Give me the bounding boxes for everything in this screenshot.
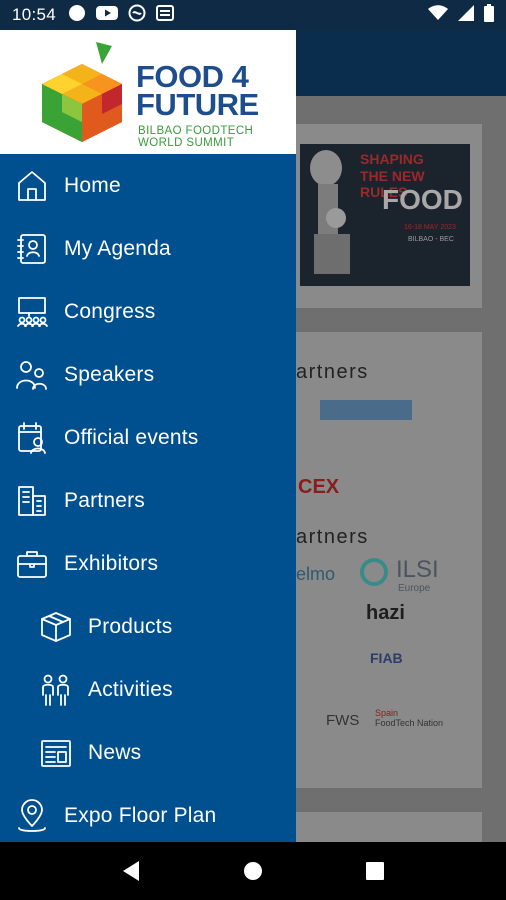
location-pin-icon: [14, 798, 50, 834]
menu-item-speakers[interactable]: Speakers: [0, 345, 296, 405]
menu-item-label: Home: [64, 174, 121, 197]
menu-item-label: Congress: [64, 300, 156, 323]
ilsi-logo: ILSI: [396, 556, 439, 583]
drawer-header: FOOD 4 FUTURE BILBAO FOODTECH WORLD SUMM…: [0, 30, 296, 154]
menu-item-activities[interactable]: Activities: [0, 660, 296, 720]
box-icon: [38, 609, 74, 645]
back-icon[interactable]: [111, 851, 151, 891]
menu-item-label: Exhibitors: [64, 552, 159, 575]
menu-item-expo-floor-plan[interactable]: Expo Floor Plan: [0, 786, 296, 846]
partners-icon: [14, 483, 50, 519]
menu-item-label: Expo Floor Plan: [64, 804, 217, 827]
robot-arm-image: [300, 144, 360, 286]
official-events-icon: [14, 420, 50, 456]
menu-item-label: Official events: [64, 426, 199, 449]
menu-item-products[interactable]: Products: [0, 597, 296, 657]
banner-line5: BILBAO - BEC: [408, 236, 454, 243]
banner-line3: FOOD: [382, 184, 463, 215]
status-bar: 10:54: [0, 0, 506, 30]
news-icon: [156, 4, 175, 26]
menu-item-official-events[interactable]: Official events: [0, 408, 296, 468]
system-nav-bar: [0, 842, 506, 900]
brand-line2: FUTURE: [136, 87, 259, 122]
do-not-disturb-icon: [128, 4, 146, 27]
menu-item-my-agenda[interactable]: My Agenda: [0, 219, 296, 279]
status-time: 10:54: [12, 5, 57, 24]
foodtech-nation-logo: FoodTech Nation: [375, 718, 444, 728]
briefcase-icon: [14, 546, 50, 582]
hazi-logo: hazi: [366, 602, 405, 624]
banner-line1: SHAPING: [360, 151, 424, 167]
food4future-logo-icon: [42, 42, 122, 142]
cell-signal-icon: [458, 4, 474, 26]
menu-item-label: News: [88, 741, 142, 764]
fws-logo: FWS: [326, 712, 360, 729]
ilsi-europe-logo: Europe: [398, 583, 431, 594]
fiab-logo: FIAB: [370, 650, 403, 666]
menu-item-partners[interactable]: Partners: [0, 471, 296, 531]
youtube-icon: [96, 5, 119, 26]
home-icon: [14, 168, 50, 204]
speakers-icon: [14, 357, 50, 393]
agenda-icon: [14, 231, 50, 267]
menu-item-label: Activities: [88, 678, 173, 701]
event-banner: SHAPING THE NEW RULES FOOD 16-18 MAY 202…: [300, 144, 470, 286]
tagline-line1: BILBAO FOODTECH: [138, 125, 254, 137]
congress-icon: [14, 294, 50, 330]
menu-item-home[interactable]: Home: [0, 156, 296, 216]
elmo-logo: elmo: [296, 564, 336, 584]
banner-line4: 16-18 MAY 2023: [404, 224, 456, 231]
newspaper-icon: [38, 735, 74, 771]
partners-heading-2: artners: [296, 526, 369, 548]
basque-gov-logo: [320, 400, 412, 420]
menu-item-label: Products: [88, 615, 173, 638]
spain-logo: Spain: [375, 708, 399, 718]
bottom-card: [290, 812, 482, 842]
partners-heading-1: artners: [296, 361, 369, 383]
navigation-drawer: FOOD 4 FUTURE BILBAO FOODTECH WORLD SUMM…: [0, 30, 296, 842]
menu-item-news[interactable]: News: [0, 723, 296, 783]
menu-item-label: My Agenda: [64, 237, 171, 260]
activities-icon: [38, 672, 74, 708]
circle-icon: [68, 4, 86, 27]
wifi-icon: [428, 4, 448, 26]
home-circle-icon[interactable]: [233, 851, 273, 891]
tagline-line2: WORLD SUMMIT: [138, 137, 235, 149]
menu-item-label: Speakers: [64, 363, 155, 386]
icex-logo: CEX: [298, 476, 340, 498]
recents-icon[interactable]: [355, 851, 395, 891]
ilsi-ring-logo: [360, 558, 388, 586]
menu-item-congress[interactable]: Congress: [0, 282, 296, 342]
battery-icon: [484, 3, 494, 27]
menu-item-exhibitors[interactable]: Exhibitors: [0, 534, 296, 594]
menu-item-label: Partners: [64, 489, 145, 512]
